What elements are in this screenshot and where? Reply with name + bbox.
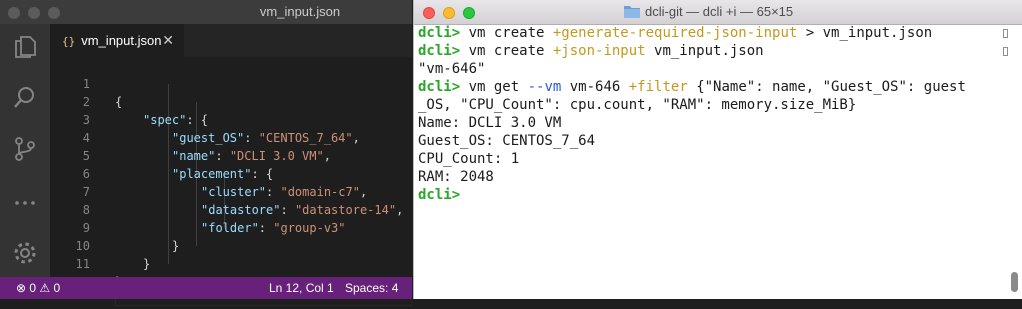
code-line: 9 } (50, 201, 412, 253)
terminal-title-text: dcli-git — dcli +i — 65×15 (645, 4, 794, 19)
command-text: vm create (460, 43, 553, 59)
status-bar: ⊗ 0 ⚠ 0 Ln 12, Col 1 Spaces: 4 (0, 277, 412, 299)
cursor-position[interactable]: Ln 12, Col 1 (269, 277, 334, 299)
tab-vm-input-json[interactable]: {} vm_input.json ✕ (50, 24, 184, 57)
terminal-line: RAM: 2048 (418, 169, 494, 185)
zoom-window-button[interactable] (463, 7, 475, 19)
minimize-window-button[interactable] (443, 7, 455, 19)
files-icon[interactable] (12, 34, 38, 60)
command-text: > vm_input.json (797, 25, 933, 41)
command-text: vm create (460, 25, 553, 41)
code-line: 1 { (50, 57, 412, 109)
terminal-line: dcli> vm create +generate-required-json-… (418, 24, 932, 42)
json-file-icon: {} (62, 35, 76, 48)
command-text: {"Name": name, "Guest_OS": guest (687, 79, 966, 95)
more-icon[interactable] (12, 190, 38, 216)
command-text: vm get (460, 79, 528, 95)
prompt: dcli> (418, 25, 461, 41)
code-line: 7 "datastore": "datastore-14", (50, 165, 412, 217)
command-flag: --vm (527, 79, 562, 95)
command-option: +filter (628, 79, 688, 95)
line-marker (1003, 29, 1008, 38)
gear-icon[interactable] (12, 240, 38, 266)
command-option: +generate-required-json-input (552, 25, 798, 41)
terminal-window: dcli-git — dcli +i — 65×15 dcli> vm crea… (413, 0, 1022, 299)
tab-bar: {} vm_input.json ✕ (50, 24, 412, 57)
code-line: 10 } (50, 219, 412, 271)
source-control-icon[interactable] (12, 136, 38, 162)
vscode-titlebar: vm_input.json (0, 0, 412, 25)
command-text: vm_input.json (645, 43, 764, 59)
close-tab-icon[interactable]: ✕ (162, 24, 174, 57)
terminal-line: Guest_OS: CENTOS_7_64 (418, 133, 596, 149)
indentation-setting[interactable]: Spaces: 4 (345, 277, 398, 299)
command-text: vm-646 (561, 79, 629, 95)
terminal-line: "vm-646" (418, 61, 486, 77)
command-option: +json-input (552, 43, 646, 59)
terminal-window-title: dcli-git — dcli +i — 65×15 (624, 0, 793, 26)
activity-bar (0, 24, 50, 277)
terminal-line: CPU_Count: 1 (418, 151, 520, 167)
code-line: 6 "cluster": "domain-c7", (50, 147, 412, 199)
terminal-line: _OS, "CPU_Count": cpu.count, "RAM": memo… (418, 97, 857, 113)
terminal-scrollbar[interactable] (1011, 272, 1018, 292)
code-line: 5 "placement": { (50, 129, 412, 181)
problems-indicator[interactable]: ⊗ 0 ⚠ 0 (16, 277, 60, 299)
terminal-titlebar: dcli-git — dcli +i — 65×15 (414, 0, 1022, 25)
prompt: dcli> (418, 187, 461, 203)
line-marker (1003, 47, 1008, 56)
code-line: 4 "name": "DCLI 3.0 VM", (50, 111, 412, 163)
folder-icon (624, 2, 640, 26)
code-editor[interactable]: 1 { 2 "spec": { 3 "guest_OS": "CENTOS_7_… (50, 57, 412, 306)
code-line: 8 "folder": "group-v3" (50, 183, 412, 235)
code-line: 2 "spec": { (50, 75, 412, 127)
code-line: 11 } (50, 237, 412, 289)
window-controls[interactable] (423, 6, 483, 24)
code-line: 12 (50, 255, 412, 289)
prompt: dcli> (418, 79, 461, 95)
terminal-line: dcli> vm create +json-input vm_input.jso… (418, 42, 764, 60)
vscode-window: vm_input.json {} vm_input.json ✕ 1 {2 "… (0, 0, 412, 306)
terminal-line: dcli> (418, 186, 460, 204)
prompt: dcli> (418, 43, 461, 59)
terminal-line: dcli> vm get --vm vm-646 +filter {"Name"… (418, 78, 966, 96)
search-icon[interactable] (12, 84, 38, 110)
code-line: 3 "guest_OS": "CENTOS_7_64", (50, 93, 412, 145)
editor-area: {} vm_input.json ✕ 1 { 2 "spec": { 3 "gue… (50, 24, 412, 306)
terminal-output[interactable]: dcli> vm create +generate-required-json-… (414, 24, 1022, 299)
terminal-line: Name: DCLI 3.0 VM (418, 115, 562, 131)
close-window-button[interactable] (423, 7, 435, 19)
tab-label: vm_input.json (81, 33, 162, 48)
